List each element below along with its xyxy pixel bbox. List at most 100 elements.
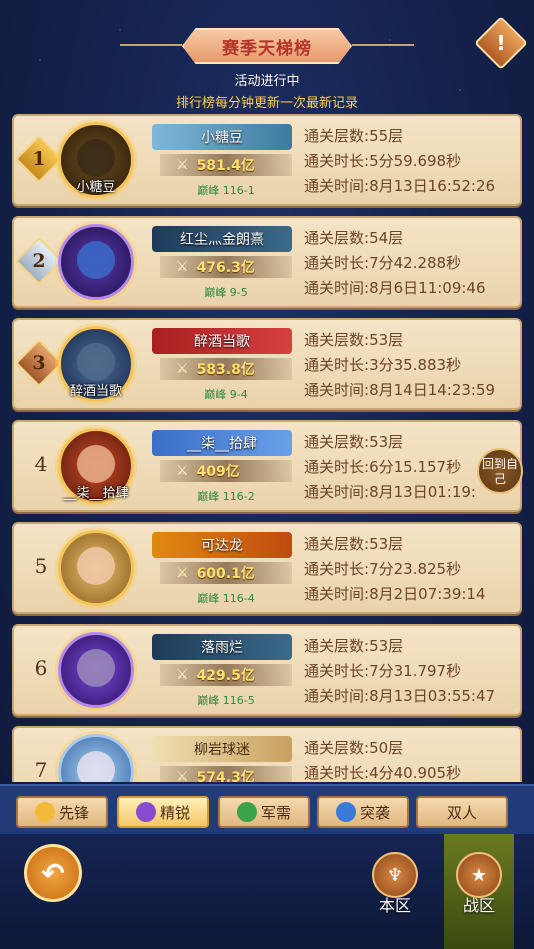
local-server-label: 本区 [378, 896, 411, 915]
rank-badge-silver: 2 [14, 236, 64, 286]
power-bar: ⚔ 583.8亿 [160, 358, 292, 380]
floors-stat: 通关层数:53层 [304, 532, 524, 557]
leaf-icon [236, 802, 257, 822]
time-label: 通关时间: [304, 381, 370, 399]
power-bar: ⚔ 476.3亿 [160, 256, 292, 278]
floors-value: 53层 [369, 331, 404, 349]
tab-supply[interactable]: 军需 [218, 796, 310, 828]
floors-label: 通关层数: [304, 127, 370, 145]
duration-label: 通关时长: [304, 560, 370, 578]
duration-value: 5分59.698秒 [369, 152, 462, 170]
time-value: 8月2日07:39:14 [369, 585, 486, 603]
player-name: 醉酒当歌 [152, 328, 292, 354]
back-button[interactable]: ↶ [24, 844, 82, 902]
tab-raid[interactable]: 突袭 [317, 796, 409, 828]
sword-icon: ⚔ [176, 157, 189, 173]
back-to-me-button[interactable]: 回到自己 [477, 448, 523, 494]
power-value: 476.3亿 [196, 260, 255, 276]
duration-stat: 通关时长:7分42.288秒 [304, 251, 524, 276]
player-name: 红尘灬金朗熹 [152, 226, 292, 252]
floors-stat: 通关层数:53层 [304, 634, 524, 659]
time-value: 8月14日14:23:59 [369, 381, 496, 399]
floors-stat: 通关层数:53层 [304, 328, 524, 353]
avatar-portrait [77, 139, 115, 177]
leaderboard-row[interactable]: 6 落雨烂 ⚔ 429.5亿 巅峰 116-5 通关层数:53层 通关时长:7分3… [12, 624, 522, 716]
info-button[interactable]: ! [474, 16, 528, 70]
rank-number: 5 [34, 554, 48, 578]
leaderboard-list[interactable]: 1 小糖豆 小糖豆 ⚔ 581.4亿 巅峰 116-1 通关层数:55层 通关时长… [0, 110, 534, 782]
duration-label: 通关时长: [304, 152, 370, 170]
duration-value: 4分40.905秒 [369, 764, 462, 782]
time-label: 通关时间: [304, 483, 370, 501]
avatar[interactable] [58, 734, 134, 782]
exclamation-icon: ! [496, 31, 506, 55]
avatar-portrait [77, 751, 115, 782]
sword-icon: ⚔ [176, 769, 189, 782]
avatar[interactable] [58, 632, 134, 708]
tab-elite[interactable]: 精锐 [117, 796, 209, 828]
player-name: __柒__拾肆 [152, 430, 292, 456]
spiral-icon [135, 802, 156, 822]
tab-label: 突袭 [359, 803, 390, 822]
stats: 通关层数:54层 通关时长:7分42.288秒 通关时间:8月6日11:09:4… [304, 226, 524, 301]
avatar-portrait [77, 547, 115, 585]
peak-tag: 巅峰 116-2 [197, 490, 255, 503]
time-stat: 通关时间:8月13日03:55:47 [304, 684, 524, 709]
leaderboard-row[interactable]: 4 __柒__拾肆 __柒__拾肆 ⚔ 409亿 巅峰 116-2 通关层数:53… [12, 420, 522, 512]
avatar[interactable] [58, 530, 134, 606]
swirl-icon [335, 802, 356, 822]
peak-tag: 巅峰 116-5 [197, 694, 255, 707]
floors-stat: 通关层数:54层 [304, 226, 524, 251]
floors-stat: 通关层数:50层 [304, 736, 524, 761]
avatar-portrait [77, 445, 115, 483]
rank-number: 1 [32, 148, 46, 170]
leaderboard-row[interactable]: 5 可达龙 ⚔ 600.1亿 巅峰 116-4 通关层数:53层 通关时长:7分2… [12, 522, 522, 614]
sword-icon: ⚔ [176, 565, 189, 581]
local-server-button[interactable]: ♆ 本区 [360, 844, 430, 934]
player-name: 柳岩球迷 [152, 736, 292, 762]
bottom-bar: ↶ ♆ 本区 ★ 战区 [0, 834, 534, 949]
time-value: 8月13日16:52:26 [369, 177, 496, 195]
rank-number: 6 [34, 656, 48, 680]
rank-number: 4 [34, 452, 48, 476]
time-value: 8月6日11:09:46 [369, 279, 486, 297]
duration-stat: 通关时长:7分31.797秒 [304, 659, 524, 684]
event-status: 活动进行中 [234, 74, 300, 89]
avatar-portrait [77, 649, 115, 687]
avatar[interactable] [58, 224, 134, 300]
duration-value: 6分15.157秒 [369, 458, 462, 476]
floors-value: 50层 [369, 739, 404, 757]
tab-label: 双人 [446, 803, 477, 822]
time-stat: 通关时间:8月14日14:23:59 [304, 378, 524, 403]
leaderboard-row[interactable]: 2 红尘灬金朗熹 ⚔ 476.3亿 巅峰 9-5 通关层数:54层 通关时长:7分… [12, 216, 522, 308]
page-title-text: 赛季天梯榜 [222, 38, 312, 59]
time-stat: 通关时间:8月6日11:09:46 [304, 276, 524, 301]
duration-label: 通关时长: [304, 458, 370, 476]
leaderboard-row[interactable]: 3 醉酒当歌 醉酒当歌 ⚔ 583.8亿 巅峰 9-4 通关层数:53层 通关时长… [12, 318, 522, 410]
war-zone-button[interactable]: ★ 战区 [444, 834, 514, 949]
peak-tag: 巅峰 116-1 [197, 184, 255, 197]
leaderboard-row[interactable]: 1 小糖豆 小糖豆 ⚔ 581.4亿 巅峰 116-1 通关层数:55层 通关时长… [12, 114, 522, 206]
leaderboard-row[interactable]: 7 柳岩球迷 ⚔ 574.3亿 通关层数:50层 通关时长:4分40.905秒 [12, 726, 522, 782]
power-value: 600.1亿 [196, 566, 255, 582]
duration-stat: 通关时长:4分40.905秒 [304, 761, 524, 782]
floors-label: 通关层数: [304, 535, 370, 553]
duration-stat: 通关时长:5分59.698秒 [304, 149, 524, 174]
tab-label: 先锋 [58, 803, 89, 822]
tab-duo[interactable]: 双人 [416, 796, 508, 828]
floors-value: 55层 [369, 127, 404, 145]
tab-vanguard[interactable]: 先锋 [16, 796, 108, 828]
duration-label: 通关时长: [304, 662, 370, 680]
duration-value: 3分35.883秒 [369, 356, 462, 374]
avatar-name: 醉酒当歌 [69, 384, 122, 399]
stats: 通关层数:50层 通关时长:4分40.905秒 [304, 736, 524, 782]
floors-label: 通关层数: [304, 739, 370, 757]
time-stat: 通关时间:8月2日07:39:14 [304, 582, 524, 607]
stats: 通关层数:53层 通关时长:7分31.797秒 通关时间:8月13日03:55:… [304, 634, 524, 709]
player-name: 落雨烂 [152, 634, 292, 660]
power-bar: ⚔ 581.4亿 [160, 154, 292, 176]
sword-icon: ⚔ [176, 259, 189, 275]
sword-icon: ⚔ [176, 667, 189, 683]
duration-value: 7分42.288秒 [369, 254, 462, 272]
back-arrow-icon: ↶ [41, 856, 65, 890]
